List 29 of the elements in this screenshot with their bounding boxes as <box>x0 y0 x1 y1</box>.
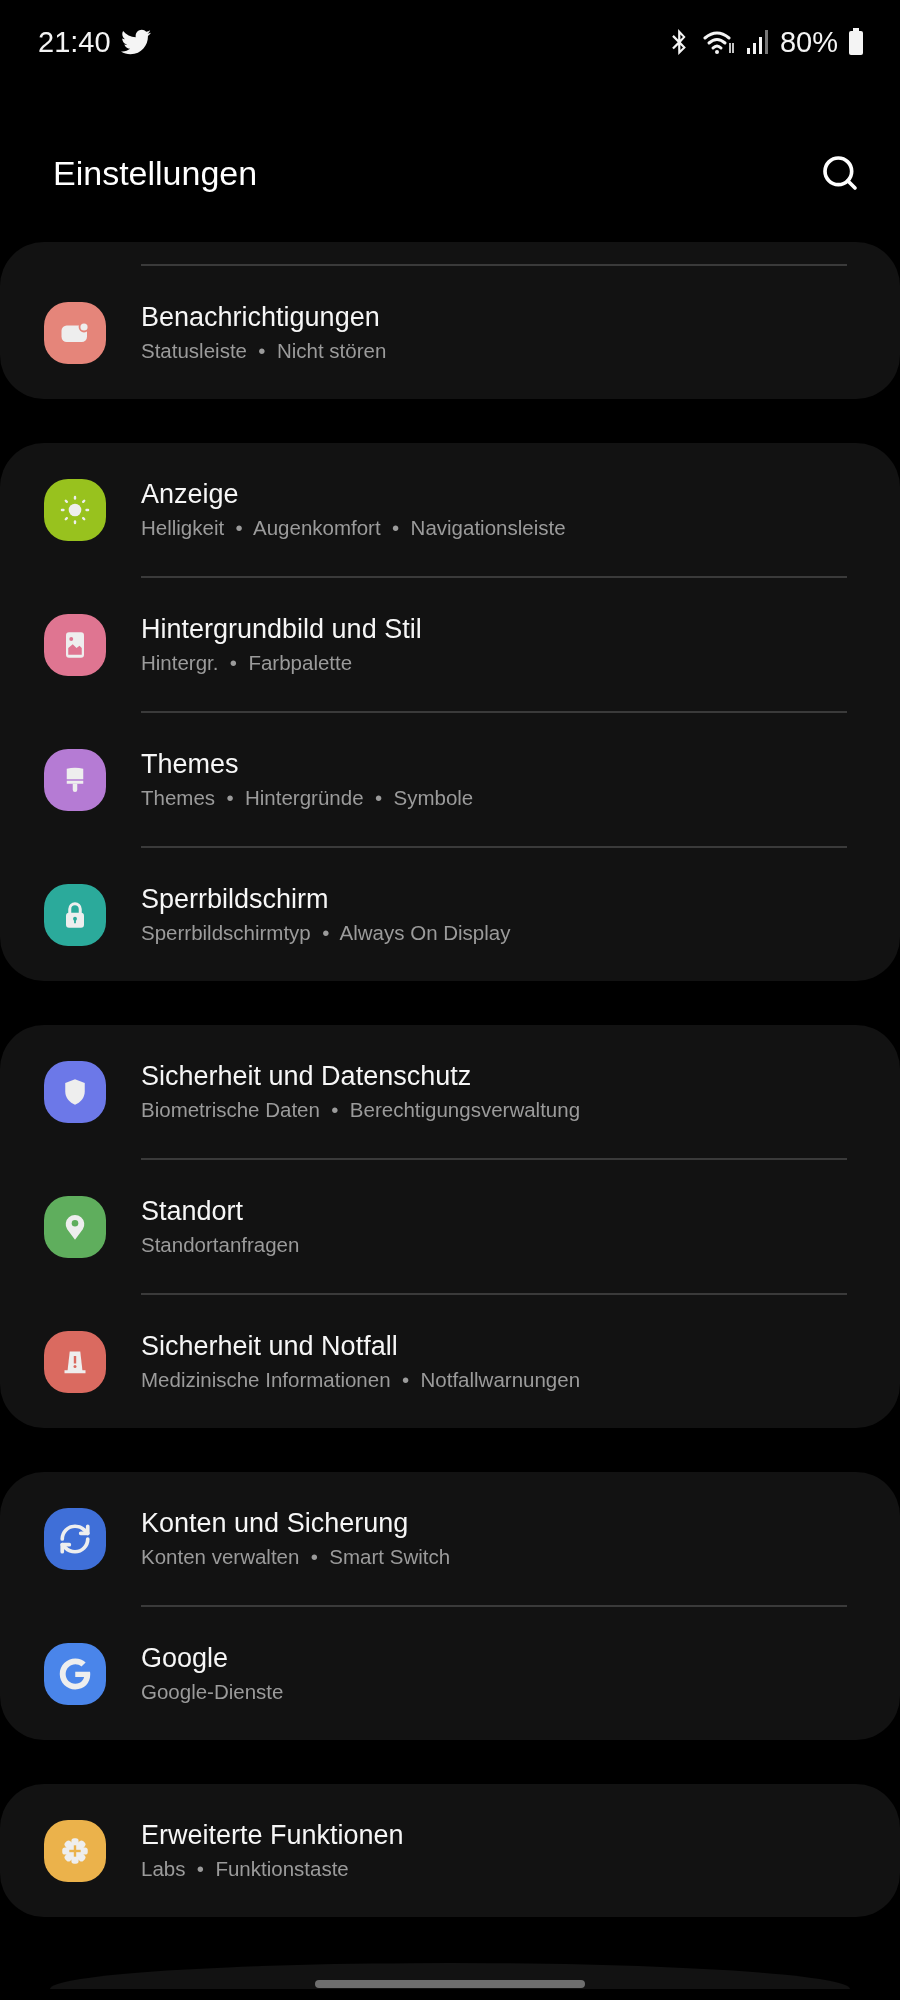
item-title[interactable]: Google <box>141 1643 284 1674</box>
item-subtitle: Labs • Funktionstaste <box>141 1857 350 1881</box>
item-subtitle: Google-Dienste <box>141 1680 284 1704</box>
item-title[interactable]: Anzeige <box>141 479 566 510</box>
item-title[interactable]: Erweiterte Funktionen <box>141 1820 404 1851</box>
item-subtitle: Standortanfragen <box>141 1233 300 1257</box>
item-title[interactable]: Sicherheit und Datenschutz <box>141 1061 581 1092</box>
item-title[interactable]: Themes <box>141 749 474 780</box>
signal-icon <box>745 29 770 55</box>
item-title[interactable]: Benachrichtigungen <box>141 302 387 333</box>
item-title[interactable]: Standort <box>141 1196 300 1227</box>
bird-icon <box>120 27 151 57</box>
item-subtitle: Konten verwalten • Smart Switch <box>141 1545 451 1569</box>
item-subtitle: Medizinische Informationen • Notfallwarnungen <box>141 1368 581 1392</box>
item-subtitle: Sperrbildschirmtyp • Always On Display <box>141 921 511 945</box>
wifi-icon <box>701 28 736 56</box>
battery-percent: 80% <box>779 25 838 59</box>
item-title[interactable]: Sicherheit und Notfall <box>141 1331 581 1362</box>
item-title[interactable]: Konten und Sicherung <box>141 1508 451 1539</box>
item-title[interactable]: Sperrbildschirm <box>141 884 511 915</box>
battery-icon <box>848 28 864 56</box>
item-subtitle: Biometrische Daten • Berechtigungsverwaltung <box>141 1098 581 1122</box>
item-subtitle: Themes • Hintergründe • Symbole <box>141 786 474 810</box>
item-subtitle: Statusleiste • Nicht stören <box>141 339 387 363</box>
item-subtitle: Helligkeit • Augenkomfort • Navigationsleiste <box>141 516 566 540</box>
page-title: Einstellungen <box>53 153 258 193</box>
status-time: 21:40 <box>38 25 111 59</box>
item-subtitle: Hintergr. • Farbpalette <box>141 651 354 675</box>
item-title[interactable]: Hintergrundbild und Stil <box>141 614 422 645</box>
